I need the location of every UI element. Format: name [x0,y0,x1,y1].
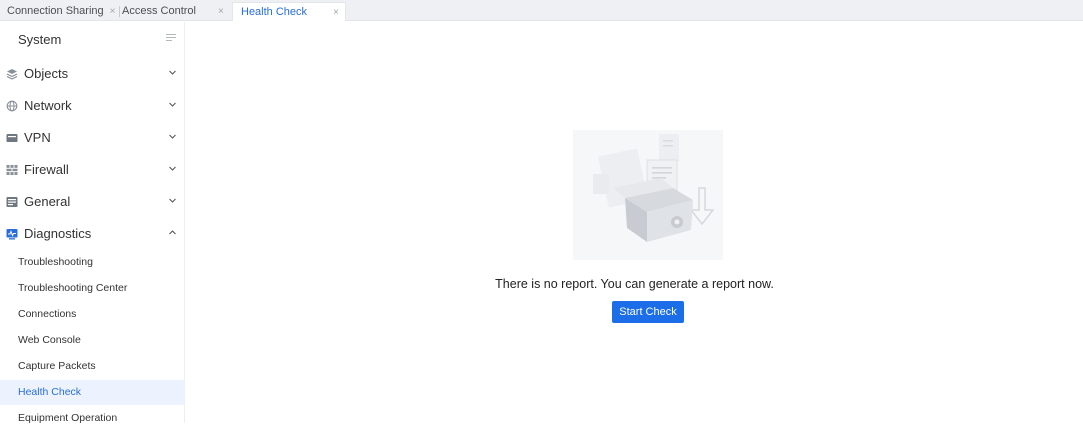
layers-icon [6,69,18,80]
chevron-down-icon [169,198,176,203]
sidebar-subitem-label: Web Console [18,334,81,346]
sidebar: System Objects Network VPN Firewall Gene… [0,22,185,424]
sidebar-item-label: General [24,194,71,209]
sidebar-item-objects[interactable]: Objects [0,58,185,90]
firewall-icon [6,165,18,175]
empty-state-message: There is no report. You can generate a r… [495,277,774,291]
main-content: There is no report. You can generate a r… [186,22,1083,423]
sidebar-item-firewall[interactable]: Firewall [0,154,185,186]
sidebar-subitem-label: Troubleshooting Center [18,282,128,294]
chevron-up-icon [169,230,176,235]
tab-access-control-close[interactable]: × [218,2,224,21]
sidebar-subitem-web-console[interactable]: Web Console [0,328,185,353]
collapse-menu-icon[interactable] [166,34,176,43]
empty-report-illustration [573,130,723,260]
sidebar-item-label: Firewall [24,162,69,177]
sidebar-subitem-label: Health Check [18,386,82,398]
tab-label: Health Check [241,6,308,18]
sidebar-subitem-label: Connections [18,308,77,320]
sidebar-item-label: Objects [24,66,69,81]
sidebar-subitem-label: Capture Packets [18,360,96,372]
tab-label: Access Control [122,5,196,17]
sidebar-item-vpn[interactable]: VPN [0,122,185,154]
chevron-down-icon [169,70,176,75]
sidebar-item-label: Network [24,98,72,113]
sidebar-item-diagnostics[interactable]: Diagnostics [0,218,185,250]
chevron-down-icon [169,102,176,107]
sidebar-item-general[interactable]: General [0,186,185,218]
sidebar-title: System [18,32,62,47]
sidebar-subitem-troubleshooting-center[interactable]: Troubleshooting Center [0,276,185,301]
tab-connection-sharing[interactable]: Connection Sharing × [7,2,121,21]
vpn-icon [6,134,18,142]
general-icon [6,197,18,207]
chevron-down-icon [169,134,176,139]
tab-access-control[interactable]: Access Control [122,2,196,21]
close-icon[interactable]: × [218,6,224,17]
tab-bar: Connection Sharing × Access Control × Hea… [0,0,1083,21]
sidebar-subitem-equipment-operation[interactable]: Equipment Operation [0,406,185,431]
sidebar-subitem-troubleshooting[interactable]: Troubleshooting [0,250,185,275]
sidebar-subitem-connections[interactable]: Connections [0,302,185,327]
tab-health-check[interactable]: Health Check × [232,2,346,21]
chevron-down-icon [169,166,176,171]
sidebar-subitem-capture-packets[interactable]: Capture Packets [0,354,185,379]
start-check-button[interactable]: Start Check [612,301,684,323]
close-icon[interactable]: × [333,3,339,22]
sidebar-subitem-label: Troubleshooting [18,256,93,268]
tab-label: Connection Sharing [7,5,104,17]
sidebar-item-network[interactable]: Network [0,90,185,122]
sidebar-header: System [0,22,185,56]
sidebar-item-label: VPN [24,130,51,145]
sidebar-subitem-label: Equipment Operation [18,412,118,424]
sidebar-item-label: Diagnostics [24,226,92,241]
diagnostics-icon [6,229,18,240]
globe-icon [6,100,18,112]
sidebar-subitem-health-check[interactable]: Health Check [0,380,185,405]
close-icon[interactable]: × [110,6,116,17]
